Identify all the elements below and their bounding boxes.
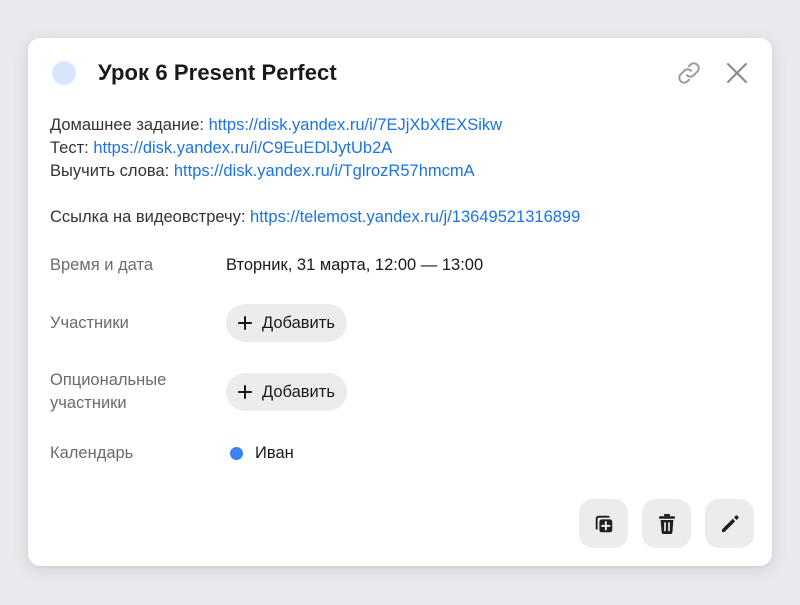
- homework-link[interactable]: https://disk.yandex.ru/i/7EJjXbXfEXSikw: [209, 116, 502, 134]
- add-optional-participant-button[interactable]: Добавить: [226, 373, 347, 411]
- header-actions: [674, 58, 752, 88]
- words-label: Выучить слова:: [50, 162, 174, 180]
- test-link[interactable]: https://disk.yandex.ru/i/C9EuEDlJytUb2A: [93, 139, 392, 157]
- participants-label: Участники: [50, 313, 129, 332]
- participants-row: Участники Добавить: [50, 304, 752, 342]
- test-label: Тест:: [50, 139, 94, 157]
- add-participant-button[interactable]: Добавить: [226, 304, 347, 342]
- video-label: Ссылка на видеовстречу:: [50, 208, 251, 226]
- words-link[interactable]: https://disk.yandex.ru/i/TglrozR57hmcmA: [174, 162, 475, 180]
- add-participant-label: Добавить: [262, 313, 335, 332]
- plus-icon: [238, 316, 252, 330]
- close-icon: [727, 63, 747, 83]
- event-color-dot: [52, 61, 76, 85]
- video-meeting-link[interactable]: https://telemost.yandex.ru/j/13649521316…: [250, 208, 580, 226]
- video-line: Ссылка на видеовстречу: https://telemost…: [50, 206, 752, 229]
- calendar-row: Календарь Иван: [50, 442, 752, 465]
- delete-button[interactable]: [642, 499, 691, 548]
- plus-icon: [238, 385, 252, 399]
- link-icon: [678, 62, 700, 84]
- add-optional-participant-label: Добавить: [262, 382, 335, 401]
- calendar-value[interactable]: Иван: [226, 444, 294, 463]
- optional-participants-label: Опциональные участники: [50, 371, 167, 412]
- trash-icon: [658, 513, 675, 534]
- datetime-value[interactable]: Вторник, 31 марта, 12:00 — 13:00: [226, 256, 483, 275]
- calendar-name: Иван: [255, 444, 294, 462]
- event-title: Урок 6 Present Perfect: [98, 60, 337, 85]
- datetime-row: Время и дата Вторник, 31 марта, 12:00 — …: [50, 254, 752, 277]
- words-line: Выучить слова: https://disk.yandex.ru/i/…: [50, 160, 752, 183]
- close-button[interactable]: [722, 58, 752, 88]
- datetime-label: Время и дата: [50, 256, 154, 274]
- duplicate-button[interactable]: [579, 499, 628, 548]
- event-popup-card: Урок 6 Present Perfect Домашнее задание:…: [28, 38, 772, 566]
- homework-line: Домашнее задание: https://disk.yandex.ru…: [50, 114, 752, 137]
- homework-label: Домашнее задание:: [50, 116, 209, 134]
- copy-link-button[interactable]: [674, 58, 704, 88]
- event-description: Домашнее задание: https://disk.yandex.ru…: [50, 114, 752, 229]
- pencil-icon: [721, 514, 739, 532]
- edit-button[interactable]: [705, 499, 754, 548]
- footer-actions: [579, 499, 754, 548]
- event-header: Урок 6 Present Perfect: [52, 58, 752, 88]
- calendar-label: Календарь: [50, 444, 134, 462]
- calendar-color-dot: [230, 447, 243, 460]
- duplicate-icon: [595, 515, 612, 532]
- test-line: Тест: https://disk.yandex.ru/i/C9EuEDlJy…: [50, 137, 752, 160]
- optional-participants-row: Опциональные участники Добавить: [50, 369, 752, 415]
